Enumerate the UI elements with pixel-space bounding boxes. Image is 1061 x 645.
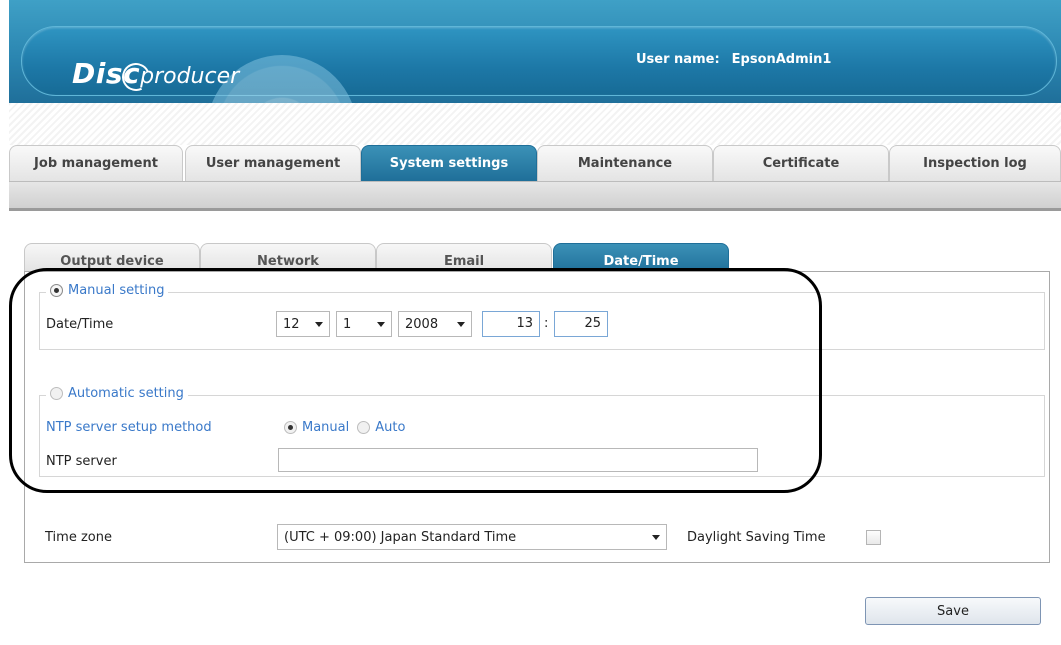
chevron-down-icon — [315, 322, 323, 327]
sub-tab-bar: Output device Network Email Date/Time — [24, 243, 744, 273]
tab-inspection-log[interactable]: Inspection log — [889, 145, 1061, 181]
chevron-down-icon — [457, 322, 465, 327]
ntp-method-options: Manual Auto — [284, 420, 405, 435]
header-stripe — [9, 103, 1061, 145]
tab-certificate[interactable]: Certificate — [713, 145, 889, 181]
date-time-panel: Manual setting Date/Time 12 1 2008 13 : … — [24, 271, 1050, 563]
time-zone-label: Time zone — [45, 530, 112, 545]
day-select[interactable]: 1 — [336, 311, 392, 337]
logo-producer-text: producer — [140, 64, 240, 89]
time-zone-select[interactable]: (UTC + 09:00) Japan Standard Time — [277, 524, 667, 550]
ntp-method-label: NTP server setup method — [46, 420, 212, 435]
minute-input[interactable]: 25 — [554, 311, 608, 337]
chevron-down-icon — [377, 322, 385, 327]
tab-system-settings[interactable]: System settings — [361, 145, 537, 181]
month-select[interactable]: 12 — [276, 311, 330, 337]
manual-setting-group: Manual setting Date/Time 12 1 2008 13 : … — [39, 283, 1045, 350]
month-value: 12 — [283, 316, 300, 332]
ntp-server-input[interactable] — [278, 448, 758, 472]
ntp-server-label: NTP server — [46, 454, 117, 469]
hour-input[interactable]: 13 — [482, 311, 540, 337]
user-info: User name: EpsonAdmin1 — [636, 52, 831, 67]
main-tab-bar: Job management User management System se… — [9, 145, 1061, 181]
dst-label: Daylight Saving Time — [687, 530, 826, 545]
user-name-label: User name: — [636, 52, 720, 67]
tab-user-management[interactable]: User management — [185, 145, 361, 181]
year-value: 2008 — [405, 316, 439, 332]
time-separator: : — [544, 316, 549, 331]
user-name-value: EpsonAdmin1 — [731, 52, 832, 67]
automatic-setting-radio[interactable] — [50, 387, 63, 400]
day-value: 1 — [343, 316, 352, 332]
tab-maintenance[interactable]: Maintenance — [537, 145, 713, 181]
ntp-auto-label: Auto — [375, 420, 406, 435]
header-banner: Discproducer — [21, 26, 1057, 130]
save-button[interactable]: Save — [865, 597, 1041, 625]
tab-network[interactable]: Network — [200, 243, 376, 273]
automatic-setting-group: Automatic setting NTP server setup metho… — [39, 386, 1045, 477]
tab-job-management[interactable]: Job management — [9, 145, 183, 181]
ntp-manual-label: Manual — [302, 420, 350, 435]
dst-checkbox[interactable] — [866, 530, 881, 545]
app-header: Discproducer User name: EpsonAdmin1 — [9, 0, 1061, 130]
chevron-down-icon — [652, 535, 660, 540]
date-time-label: Date/Time — [46, 317, 114, 332]
ntp-manual-radio[interactable] — [284, 421, 297, 434]
automatic-setting-legend: Automatic setting — [46, 386, 188, 401]
manual-setting-label: Manual setting — [68, 283, 165, 298]
tab-output-device[interactable]: Output device — [24, 243, 200, 273]
disc-producer-logo: Discproducer — [72, 57, 239, 107]
year-select[interactable]: 2008 — [398, 311, 472, 337]
tab-date-time[interactable]: Date/Time — [553, 243, 729, 273]
time-zone-value: (UTC + 09:00) Japan Standard Time — [284, 529, 517, 545]
ntp-auto-radio[interactable] — [357, 421, 371, 434]
manual-setting-legend: Manual setting — [46, 283, 169, 298]
automatic-setting-label: Automatic setting — [68, 386, 184, 401]
manual-setting-radio[interactable] — [50, 284, 63, 297]
tab-email[interactable]: Email — [376, 243, 552, 273]
main-tab-underbar — [9, 181, 1061, 211]
